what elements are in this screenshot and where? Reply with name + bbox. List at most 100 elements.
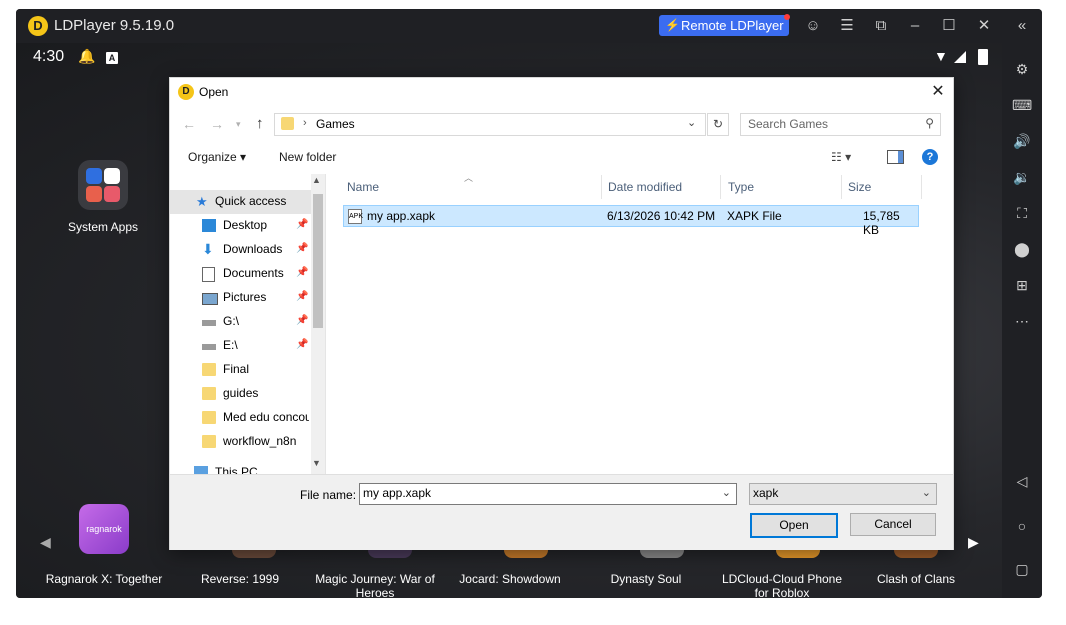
cancel-button[interactable]: Cancel	[850, 513, 936, 536]
new-folder-button[interactable]: New folder	[279, 150, 336, 164]
file-name-input[interactable]	[363, 486, 703, 500]
magic-journey-app-icon[interactable]	[368, 550, 412, 558]
more-icon[interactable]: ⋯	[1012, 311, 1032, 331]
organize-button[interactable]: Organize ▾	[188, 150, 246, 164]
scrollbar-thumb[interactable]	[313, 194, 323, 328]
back-icon[interactable]: ◁	[1012, 471, 1032, 491]
column-divider[interactable]	[601, 175, 602, 199]
sidebar-item-this-pc[interactable]: This PC	[170, 461, 311, 474]
column-divider[interactable]	[841, 175, 842, 199]
search-input[interactable]	[748, 117, 908, 131]
volume-down-icon[interactable]: 🔉	[1012, 167, 1032, 187]
popout-icon[interactable]: ⧉	[871, 16, 891, 36]
column-header-name[interactable]: Name	[347, 180, 379, 194]
refresh-icon[interactable]: ↻	[707, 113, 729, 136]
up-arrow-icon[interactable]: ↑	[256, 115, 264, 132]
screenshot-icon[interactable]: ⛶	[1012, 203, 1032, 223]
dock-right-arrow-icon[interactable]: ▶	[968, 534, 979, 551]
system-apps-folder[interactable]	[78, 160, 128, 210]
sidebar-item-med-edu[interactable]: Med edu concou	[170, 406, 311, 430]
dialog-close-icon[interactable]: ✕	[927, 81, 949, 103]
remote-ldplayer-button[interactable]: ⚡ Remote LDPlayer	[659, 14, 790, 36]
search-icon[interactable]: ⚲	[925, 116, 934, 130]
search-box[interactable]: ⚲	[740, 113, 941, 136]
account-icon[interactable]: ☺	[803, 16, 823, 36]
chevron-down-icon[interactable]: ⌄	[687, 116, 696, 129]
sidebar-item-e-drive[interactable]: E:\ 📌	[170, 334, 311, 358]
pane-divider[interactable]	[325, 174, 326, 474]
close-icon[interactable]: ✕	[974, 16, 994, 36]
column-header-size[interactable]: Size	[848, 180, 871, 194]
folder-icon	[202, 411, 216, 424]
clash-of-clans-app-icon[interactable]	[894, 550, 938, 558]
pin-icon[interactable]: 📌	[296, 315, 308, 326]
sidebar-item-guides[interactable]: guides	[170, 382, 311, 406]
chevron-down-icon[interactable]: ⌄	[722, 486, 731, 499]
pin-icon[interactable]: 📌	[296, 339, 308, 350]
sidebar-item-pictures[interactable]: Pictures 📌	[170, 286, 311, 310]
sidebar-item-quick-access[interactable]: ★ Quick access	[170, 190, 311, 214]
help-icon[interactable]: ?	[922, 149, 938, 165]
minimize-icon[interactable]: –	[905, 16, 925, 36]
folder-icon	[202, 363, 216, 376]
open-button[interactable]: Open	[750, 513, 838, 538]
ldplayer-logo-icon: D	[178, 84, 194, 100]
sidebar-item-desktop[interactable]: Desktop 📌	[170, 214, 311, 238]
file-type-value: xapk	[753, 486, 779, 500]
menu-icon[interactable]: ☰	[837, 16, 857, 36]
apk-install-icon[interactable]: ⬤	[1012, 239, 1032, 259]
lightning-icon: ⚡	[665, 18, 680, 32]
game-label[interactable]: Jocard: Showdown	[445, 572, 575, 586]
column-divider[interactable]	[720, 175, 721, 199]
multi-instance-icon[interactable]: ⊞	[1012, 275, 1032, 295]
game-label[interactable]: Reverse: 1999	[175, 572, 305, 586]
scroll-up-icon[interactable]: ▲	[312, 175, 321, 185]
view-options-icon[interactable]: ☷ ▾	[831, 150, 851, 164]
dock-left-arrow-icon[interactable]: ◀	[40, 534, 51, 551]
file-row[interactable]: APK my app.xapk 6/13/2026 10:42 PM XAPK …	[343, 205, 919, 237]
sidebar-item-final[interactable]: Final	[170, 358, 311, 382]
sidebar-item-downloads[interactable]: ⬇ Downloads 📌	[170, 238, 311, 262]
sidebar-item-workflow[interactable]: workflow_n8n	[170, 430, 311, 454]
forward-arrow-icon[interactable]: →	[210, 116, 224, 132]
pin-icon[interactable]: 📌	[296, 243, 308, 254]
navigation-scrollbar[interactable]: ▲ ▼	[311, 174, 325, 474]
column-header-type[interactable]: Type	[728, 180, 754, 194]
dynasty-soul-app-icon[interactable]	[640, 550, 684, 558]
settings-icon	[86, 168, 102, 184]
back-arrow-icon[interactable]: ←	[182, 116, 196, 132]
game-label[interactable]: Dynasty Soul	[581, 572, 711, 586]
jocard-app-icon[interactable]	[504, 550, 548, 558]
game-label[interactable]: Clash of Clans	[851, 572, 981, 586]
preview-pane-icon[interactable]	[887, 150, 904, 164]
home-icon[interactable]: ○	[1012, 516, 1032, 536]
game-label[interactable]: Ragnarok X: Together	[39, 572, 169, 586]
file-type-select[interactable]: xapk ⌄	[749, 483, 937, 505]
volume-up-icon[interactable]: 🔊	[1012, 131, 1032, 151]
sidebar-item-g-drive[interactable]: G:\ 📌	[170, 310, 311, 334]
chevron-down-icon[interactable]: ⌄	[922, 486, 931, 499]
collapse-sidebar-icon[interactable]: «	[1012, 16, 1032, 36]
sidebar-item-documents[interactable]: Documents 📌	[170, 262, 311, 286]
ragnarok-app-icon[interactable]: ragnarok	[79, 504, 129, 554]
pin-icon[interactable]: 📌	[296, 219, 308, 230]
gear-icon[interactable]: ⚙	[1012, 59, 1032, 79]
column-header-date[interactable]: Date modified	[608, 180, 682, 194]
game-label[interactable]: LDCloud-Cloud Phone for Roblox	[716, 572, 848, 598]
recent-locations-icon[interactable]: ▾	[236, 119, 241, 130]
reverse-1999-app-icon[interactable]	[232, 550, 276, 558]
ldcloud-app-icon[interactable]	[776, 550, 820, 558]
game-label[interactable]: Magic Journey: War of Heroes	[310, 572, 440, 598]
maximize-icon[interactable]: ☐	[939, 16, 959, 36]
breadcrumb-games[interactable]: Games	[316, 117, 355, 131]
keyboard-icon[interactable]: ⌨	[1012, 95, 1032, 115]
breadcrumb-chevron-icon[interactable]: ›	[303, 117, 307, 129]
pin-icon[interactable]: 📌	[296, 291, 308, 302]
pin-icon[interactable]: 📌	[296, 267, 308, 278]
recents-icon[interactable]: ▢	[1012, 559, 1032, 579]
address-bar[interactable]: › Games ⌄	[274, 113, 706, 136]
downloads-icon: ⬇	[202, 241, 214, 257]
file-name-combobox[interactable]: ⌄	[359, 483, 737, 505]
scroll-down-icon[interactable]: ▼	[312, 458, 321, 468]
column-divider[interactable]	[921, 175, 922, 199]
